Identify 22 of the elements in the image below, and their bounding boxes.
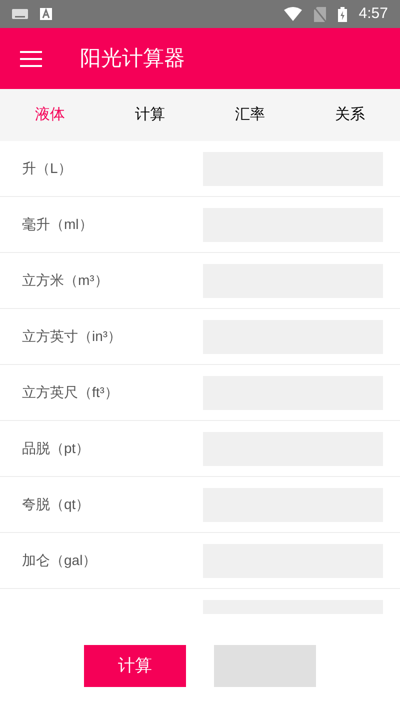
tab[interactable]: 计算 [100, 89, 200, 141]
unit-label: 夸脱（qt） [22, 495, 90, 514]
battery-icon [338, 6, 347, 22]
secondary-button[interactable] [214, 645, 316, 687]
unit-label: 立方米（m³） [22, 271, 108, 290]
keyboard-icon [12, 9, 28, 19]
tab[interactable]: 关系 [300, 89, 400, 141]
unit-label: 立方英尺（ft³） [22, 383, 118, 402]
app-title: 阳光计算器 [80, 46, 185, 72]
unit-label: 立方英寸（in³） [22, 327, 122, 346]
menu-icon[interactable] [20, 50, 42, 66]
calculate-button[interactable]: 计算 [84, 645, 186, 687]
unit-label: 毫升（ml） [22, 215, 93, 234]
wifi-icon [284, 7, 302, 21]
unit-label: 加仑（gal） [22, 551, 97, 570]
letter-a-icon [40, 8, 52, 20]
unit-label: 升（L） [22, 159, 72, 178]
tab[interactable]: 液体 [0, 89, 100, 141]
status-time: 4:57 [358, 4, 388, 24]
unit-label: 品脱（pt） [22, 439, 90, 458]
tab[interactable]: 汇率 [200, 89, 300, 141]
no-sim-icon [314, 6, 326, 22]
